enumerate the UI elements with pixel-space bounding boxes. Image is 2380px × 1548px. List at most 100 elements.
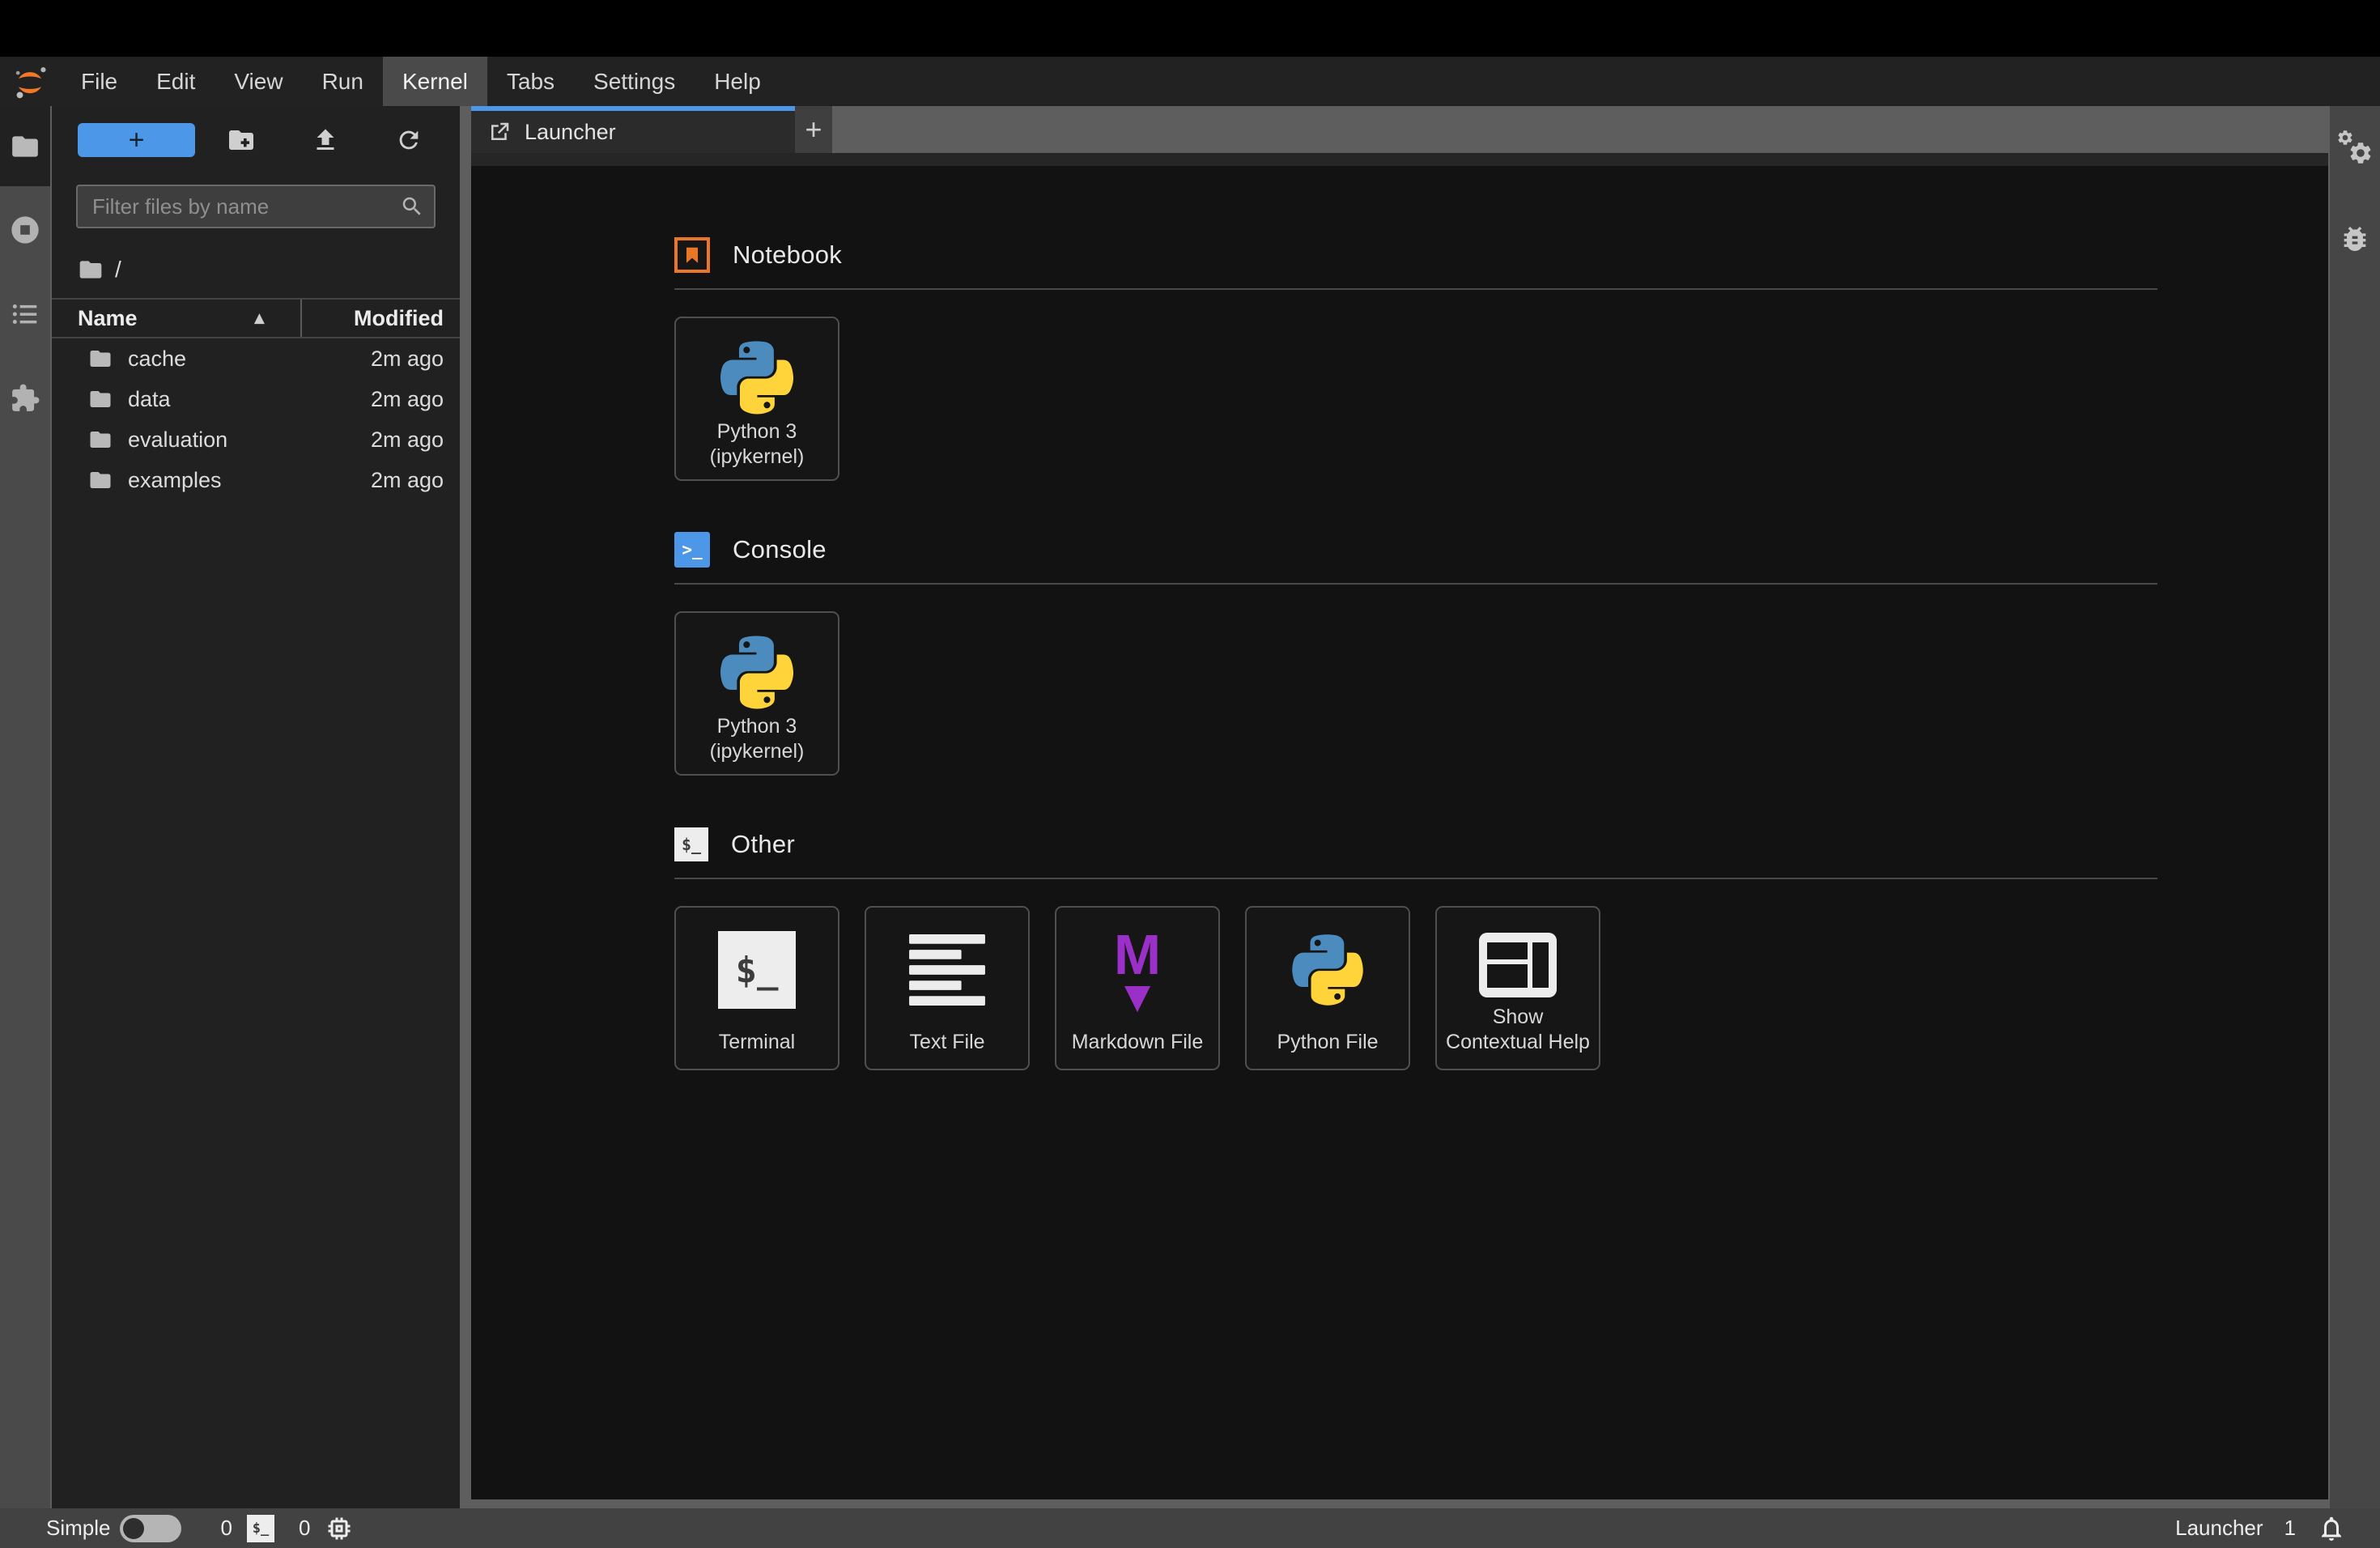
section-title: Console: [733, 535, 827, 563]
launcher-section-other: $_ Other $_ Terminal Text File M ▼ Markd…: [674, 823, 2328, 1070]
gear-icon: [2348, 140, 2374, 166]
breadcrumb[interactable]: /: [52, 253, 460, 287]
main-area: + / Name ▲ M: [0, 106, 2380, 1508]
cards-row: Python 3 (ipykernel): [674, 317, 2328, 481]
section-divider: [674, 878, 2157, 879]
sidebar-tab-debugger[interactable]: [2339, 223, 2371, 255]
file-modified: 2m ago: [370, 346, 444, 371]
folder-icon: [88, 468, 113, 492]
new-folder-button[interactable]: [226, 125, 257, 155]
file-name: examples: [128, 467, 222, 492]
card-label: Text File: [909, 1030, 985, 1053]
breadcrumb-folder-icon: [78, 257, 104, 283]
launcher-card-show-contextual-help[interactable]: Show Contextual Help: [1435, 906, 1600, 1070]
window-top-strip: [0, 0, 2380, 57]
notification-count: 1: [2284, 1516, 2296, 1540]
folder-icon: [88, 427, 113, 452]
folder-icon: [88, 387, 113, 411]
menu-help[interactable]: Help: [695, 57, 780, 106]
tab-launcher[interactable]: Launcher: [471, 106, 795, 153]
file-row-cache[interactable]: cache 2m ago: [52, 338, 460, 379]
bell-icon[interactable]: [2317, 1514, 2346, 1543]
kernel-sessions-indicator[interactable]: [325, 1514, 354, 1543]
text-file-icon: [909, 925, 985, 1014]
sidebar-tab-file-browser[interactable]: [0, 106, 50, 186]
column-header-name[interactable]: Name ▲: [52, 300, 300, 337]
launcher-section-console: >_ Console Python 3 (ipykernel): [674, 528, 2328, 776]
menu-kernel[interactable]: Kernel: [382, 57, 487, 106]
terminal-count: 0: [220, 1516, 232, 1540]
left-activity-bar: [0, 106, 52, 1508]
sidebar-tab-toc[interactable]: [9, 298, 41, 330]
menu-view[interactable]: View: [215, 57, 302, 106]
launcher-section-notebook: Notebook Python 3 (ipykernel): [674, 233, 2328, 481]
tab-bar: Launcher +: [471, 106, 2328, 153]
file-modified: 2m ago: [370, 427, 444, 452]
menu-bar: File Edit View Run Kernel Tabs Settings …: [0, 57, 2380, 106]
card-label: Terminal: [718, 1030, 796, 1053]
column-header-modified[interactable]: Modified: [300, 300, 460, 337]
sidebar-tab-extensions[interactable]: [9, 382, 41, 415]
modified-header-label: Modified: [354, 305, 444, 330]
section-header: Notebook: [674, 233, 2328, 277]
current-context-label: Launcher: [2175, 1516, 2263, 1540]
cards-row: Python 3 (ipykernel): [674, 611, 2328, 776]
menu-edit[interactable]: Edit: [137, 57, 215, 106]
markdown-icon: M ▼: [1113, 923, 1162, 1016]
contextual-help-icon: [1479, 925, 1557, 1005]
cards-row: $_ Terminal Text File M▼ Markdown File: [674, 906, 2328, 1070]
filter-files-input[interactable]: [76, 185, 436, 228]
chip-icon: [325, 1514, 354, 1543]
terminal-icon: $_: [246, 1514, 274, 1542]
launcher-card-text-file[interactable]: Text File: [865, 906, 1030, 1070]
file-modified: 2m ago: [370, 386, 444, 411]
tab-launcher-label: Launcher: [525, 119, 616, 144]
terminal-icon: $_: [674, 827, 708, 861]
launcher-card-python-file[interactable]: Python File: [1245, 906, 1410, 1070]
section-header: $_ Other: [674, 823, 2328, 866]
name-header-label: Name: [78, 305, 138, 330]
sidebar-tab-property-inspector[interactable]: [2336, 129, 2374, 166]
section-divider: [674, 288, 2157, 290]
terminal-sessions-indicator[interactable]: $_: [246, 1514, 274, 1542]
jupyterlab-app: File Edit View Run Kernel Tabs Settings …: [0, 0, 2380, 1548]
file-browser-toolbar: +: [52, 106, 460, 157]
menu-settings[interactable]: Settings: [574, 57, 695, 106]
status-bar: Simple 0 $_ 0 Launcher 1: [0, 1508, 2380, 1548]
launcher-card-console-python3[interactable]: Python 3 (ipykernel): [674, 611, 839, 776]
card-label: Python File: [1277, 1030, 1379, 1053]
file-browser-tool-icons: [195, 125, 424, 155]
file-list-header: Name ▲ Modified: [52, 298, 460, 338]
file-row-data[interactable]: data 2m ago: [52, 379, 460, 419]
launcher-card-notebook-python3[interactable]: Python 3 (ipykernel): [674, 317, 839, 481]
sort-ascending-icon: ▲: [253, 310, 265, 326]
tab-bar-underline: [471, 153, 2328, 166]
file-row-examples[interactable]: examples 2m ago: [52, 460, 460, 500]
section-divider: [674, 583, 2157, 585]
toggle-knob: [123, 1517, 145, 1539]
new-tab-button[interactable]: +: [795, 106, 832, 153]
simple-mode-toggle[interactable]: [120, 1514, 182, 1542]
card-label: Show Contextual Help: [1446, 1006, 1590, 1053]
panel-splitter[interactable]: [460, 106, 471, 1508]
launcher-panel: Notebook Python 3 (ipykernel) >_ Console…: [471, 166, 2328, 1499]
upload-button[interactable]: [310, 125, 341, 155]
file-modified: 2m ago: [370, 467, 444, 492]
toc-icon: [10, 299, 40, 330]
launcher-card-terminal[interactable]: $_ Terminal: [674, 906, 839, 1070]
menu-file[interactable]: File: [62, 57, 137, 106]
file-row-evaluation[interactable]: evaluation 2m ago: [52, 419, 460, 460]
launcher-card-markdown-file[interactable]: M ▼ Markdown File: [1055, 906, 1220, 1070]
simple-mode-label: Simple: [46, 1516, 111, 1540]
menu-run[interactable]: Run: [303, 57, 383, 106]
sidebar-tab-running[interactable]: [9, 214, 41, 246]
new-launcher-button[interactable]: +: [78, 123, 195, 157]
filter-files-container: [76, 185, 436, 228]
menu-tabs[interactable]: Tabs: [487, 57, 574, 106]
file-name: evaluation: [128, 427, 228, 452]
status-bar-left: Simple 0 $_ 0: [46, 1514, 354, 1543]
dock-panel: Launcher + Notebook Python 3 (ipykernel)…: [471, 106, 2328, 1508]
refresh-button[interactable]: [393, 125, 424, 155]
console-icon: >_: [674, 532, 710, 568]
external-launcher-icon: [487, 120, 512, 144]
